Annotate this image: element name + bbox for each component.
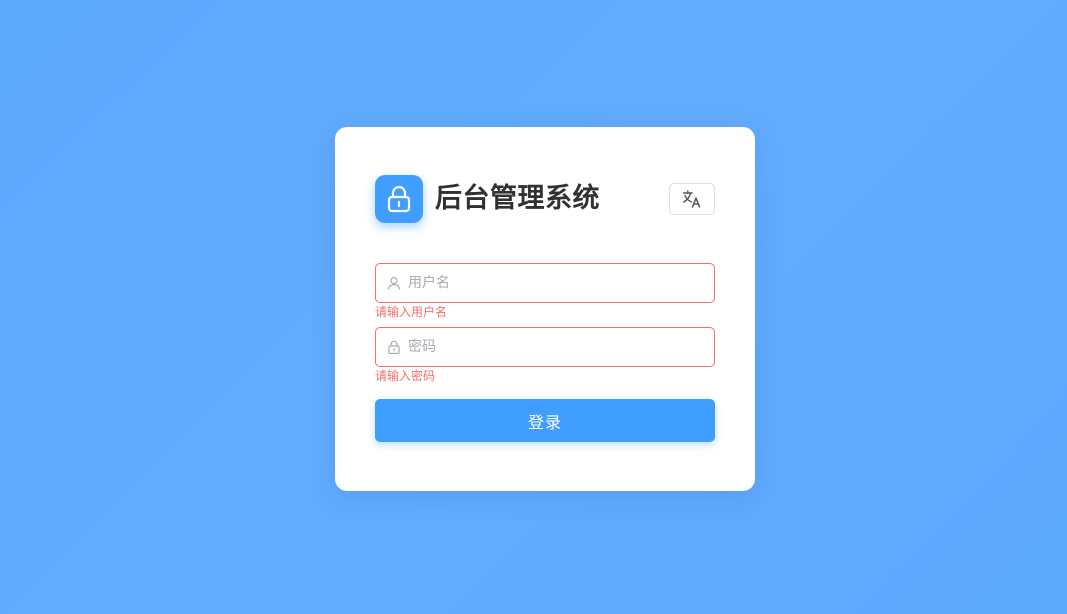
password-input[interactable]: [408, 328, 704, 366]
translate-icon: [682, 190, 701, 208]
lock-icon: [387, 185, 411, 213]
username-error: 请输入用户名: [375, 305, 448, 319]
login-button[interactable]: 登录: [375, 399, 715, 442]
logo: [375, 175, 423, 223]
username-input[interactable]: [408, 264, 704, 302]
username-field: [375, 263, 715, 303]
login-card: 后台管理系统 请输入用户名 请输入密码 登录: [335, 127, 755, 491]
user-icon: [387, 276, 401, 290]
lock-icon: [388, 340, 400, 354]
language-switch-button[interactable]: [669, 183, 715, 215]
password-error: 请输入密码: [375, 369, 436, 383]
page-title: 后台管理系统: [435, 183, 600, 214]
login-header: 后台管理系统: [375, 175, 715, 223]
password-field: [375, 327, 715, 367]
